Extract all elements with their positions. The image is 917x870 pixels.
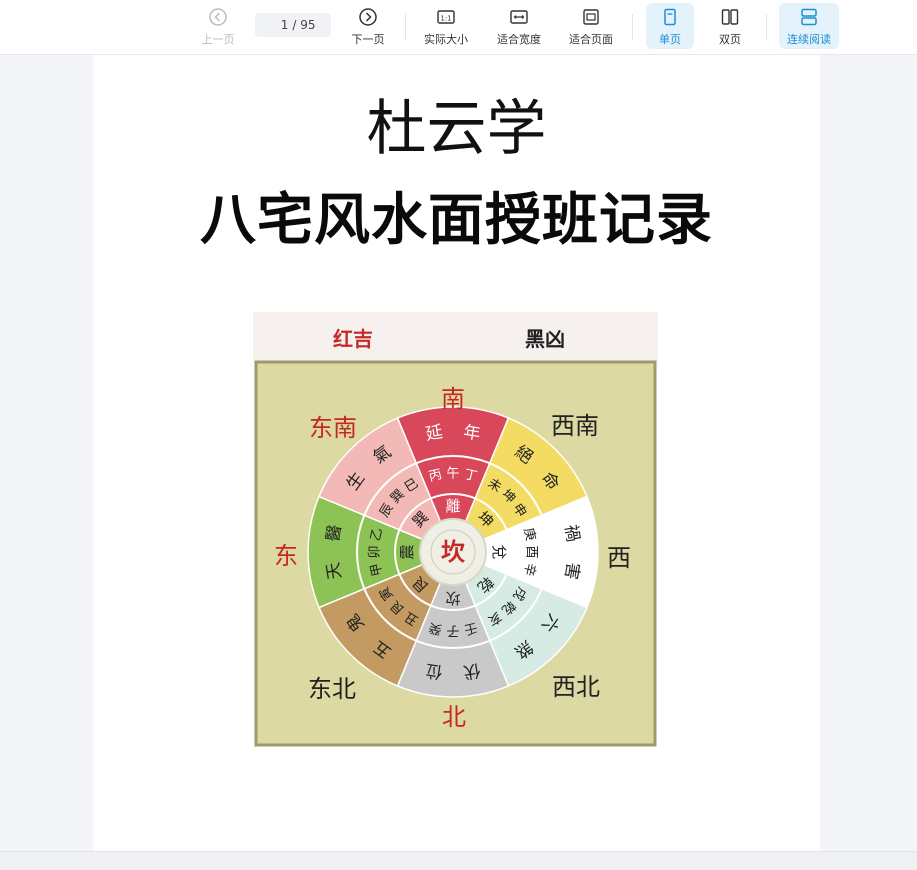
actual-size-label: 实际大小: [424, 33, 468, 46]
next-page-button[interactable]: 下一页: [346, 3, 390, 49]
direction-southwest: 西南: [551, 412, 599, 440]
direction-southeast: 东南: [309, 414, 357, 442]
center-label: 坎: [441, 538, 465, 566]
direction-north: 北: [442, 703, 466, 731]
toolbar: 上一页 / 95 下一页 1:1 实际大小 适合宽度 适合页面 单页: [0, 0, 917, 55]
direction-northwest: 西北: [552, 673, 600, 701]
page-indicator: / 95: [255, 13, 331, 37]
sector-star-char: 醫: [323, 523, 345, 543]
fit-width-button[interactable]: 适合宽度: [490, 3, 548, 49]
toolbar-divider: [632, 14, 633, 40]
fit-page-label: 适合页面: [569, 33, 613, 46]
double-page-button[interactable]: 双页: [706, 3, 754, 49]
continuous-reading-button[interactable]: 连续阅读: [779, 3, 839, 49]
direction-west: 西: [607, 544, 631, 572]
legend-auspicious: 红吉: [333, 327, 373, 351]
single-page-button[interactable]: 单页: [646, 3, 694, 49]
sector-star-char: 害: [560, 561, 582, 581]
status-bar: [0, 851, 917, 870]
document-title: 杜云学: [366, 94, 547, 164]
toolbar-divider: [766, 14, 767, 40]
sector-stem-char: 酉: [524, 545, 539, 558]
sector-star-char: 年: [462, 422, 482, 444]
sector-star-char: 位: [424, 659, 444, 681]
continuous-reading-icon: [779, 7, 839, 29]
next-page-label: 下一页: [351, 33, 385, 46]
document-page: 杜云学 八宅风水面授班记录 红吉 黑凶延年丙午丁離絕命未坤申坤禍害庚酉辛兌六煞戌乾…: [93, 55, 820, 851]
direction-south: 南: [441, 385, 465, 413]
sector-star-char: 天: [323, 561, 345, 581]
sector-stem-char: 子: [446, 623, 459, 638]
sector-trigram: 兌: [490, 544, 508, 559]
sector-trigram: 震: [398, 544, 416, 559]
page-number-input[interactable]: [270, 18, 289, 32]
fit-page-button[interactable]: 适合页面: [562, 3, 620, 49]
actual-size-button[interactable]: 1:1 实际大小: [418, 3, 474, 49]
sector-trigram: 離: [445, 497, 460, 515]
sector-star-char: 延: [424, 422, 444, 444]
fit-width-label: 适合宽度: [497, 33, 541, 46]
chevron-left-circle-icon: [196, 7, 240, 29]
actual-size-icon: 1:1: [418, 7, 474, 29]
continuous-reading-label: 连续阅读: [787, 33, 831, 46]
single-page-icon: [646, 7, 694, 29]
fit-page-icon: [562, 7, 620, 29]
single-page-label: 单页: [659, 33, 681, 46]
sector-star-char: 禍: [560, 523, 582, 543]
direction-east: 东: [274, 542, 298, 570]
sector-stem-char: 卯: [368, 545, 383, 558]
prev-page-label: 上一页: [201, 33, 235, 46]
svg-text:1:1: 1:1: [440, 15, 451, 23]
fit-width-icon: [490, 7, 548, 29]
chevron-right-circle-icon: [346, 7, 390, 29]
prev-page-button[interactable]: 上一页: [196, 3, 240, 49]
legend-strip: [253, 312, 658, 362]
direction-northeast: 东北: [308, 675, 356, 703]
double-page-icon: [706, 7, 754, 29]
sector-stem-char: 午: [446, 467, 459, 482]
bagua-diagram: 红吉 黑凶延 年丙午丁離絕命未坤申坤禍害庚酉辛兌六煞戌乾亥乾伏位壬子癸坎五鬼 丑艮寅艮…: [253, 312, 658, 747]
page-total: / 95: [292, 18, 316, 32]
legend-inauspicious: 黑凶: [525, 327, 565, 351]
toolbar-divider: [405, 14, 406, 40]
sector-star-char: 伏: [462, 659, 482, 681]
sector-trigram: 坎: [445, 589, 460, 607]
bagua-diagram-image: 红吉 黑凶延年丙午丁離絕命未坤申坤禍害庚酉辛兌六煞戌乾亥乾伏位壬子癸坎五鬼丑艮寅艮…: [253, 312, 658, 747]
document-subtitle: 八宅风水面授班记录: [200, 187, 713, 253]
double-page-label: 双页: [719, 33, 741, 46]
